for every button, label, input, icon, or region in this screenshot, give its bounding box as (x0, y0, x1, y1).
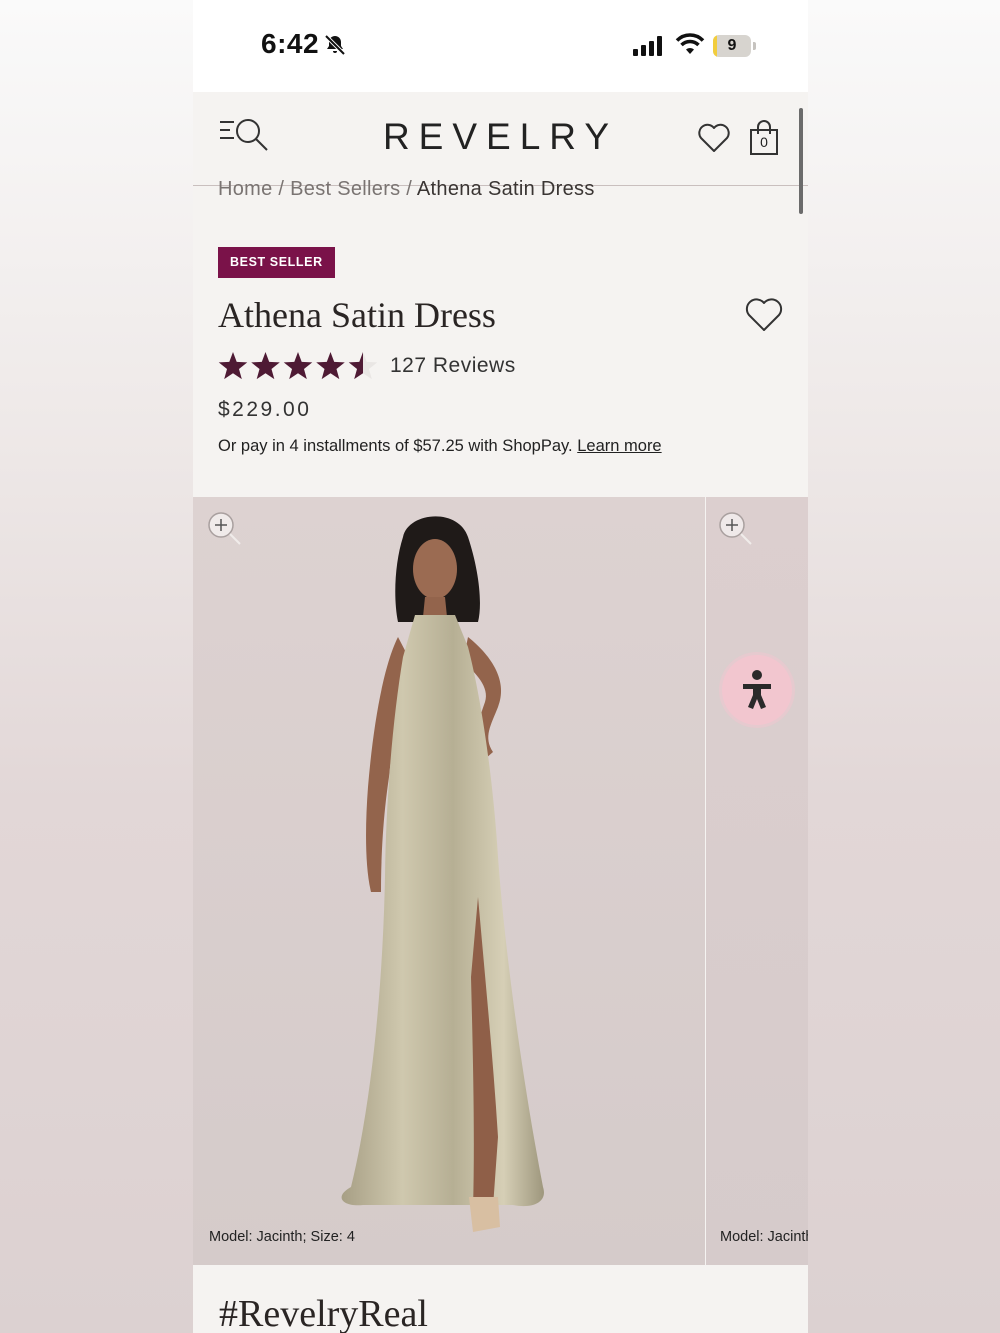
breadcrumb-home[interactable]: Home (218, 178, 273, 200)
star-icon (348, 352, 378, 380)
site-header: REVELRY 0 (193, 92, 808, 186)
battery-percent: 9 (727, 37, 737, 54)
reviews-link[interactable]: 127 Reviews (390, 354, 516, 378)
installments-text: Or pay in 4 installments of $57.25 with … (218, 437, 573, 455)
bag-count: 0 (760, 134, 768, 150)
star-icon (316, 352, 345, 380)
model-caption: Model: Jacinth; Size: 4 (720, 1229, 808, 1245)
product-image-next[interactable]: Model: Jacinth; Size: 4 (706, 497, 808, 1265)
best-seller-badge: BEST SELLER (218, 247, 335, 278)
wifi-icon (675, 33, 705, 54)
breadcrumb-separator: / (400, 178, 417, 200)
model-in-dress-image (341, 516, 544, 1232)
product-price: $229.00 (218, 398, 312, 421)
rating-stars[interactable] (218, 350, 378, 384)
cellular-signal-icon (633, 36, 662, 56)
breadcrumb-separator: / (272, 178, 291, 200)
product-image-main[interactable]: Model: Jacinth; Size: 4 (193, 497, 705, 1265)
learn-more-link[interactable]: Learn more (577, 437, 661, 455)
status-time: 6:42 (261, 28, 320, 59)
heart-icon[interactable] (697, 122, 731, 154)
bell-muted-icon (324, 34, 346, 56)
battery-tip (753, 42, 756, 50)
status-bar: 6:42 9 (193, 0, 808, 92)
breadcrumb: Home / Best Sellers / Athena Satin Dress (218, 178, 595, 201)
product-image-gallery[interactable]: Model: Jacinth; Size: 4 Model: Jacinth; … (193, 497, 808, 1265)
phone-screen: 6:42 9 REVELRY 0 Home / Best Sellers / A… (193, 0, 808, 1333)
breadcrumb-current: Athena Satin Dress (416, 178, 595, 200)
star-icon (283, 352, 313, 380)
star-icon (251, 352, 280, 380)
star-icon (218, 352, 248, 380)
accessibility-button[interactable] (722, 655, 792, 725)
scrollbar[interactable] (799, 108, 803, 214)
revelry-real-heading: #RevelryReal (219, 1293, 428, 1333)
zoom-in-icon[interactable] (207, 511, 243, 547)
shoppay-installments: Or pay in 4 installments of $57.25 with … (218, 437, 662, 456)
product-title: Athena Satin Dress (218, 295, 496, 335)
accessibility-person-icon (743, 670, 771, 709)
add-to-wishlist-heart-icon[interactable] (744, 296, 784, 334)
zoom-in-icon[interactable] (718, 511, 754, 547)
model-caption: Model: Jacinth; Size: 4 (209, 1229, 355, 1245)
breadcrumb-best-sellers[interactable]: Best Sellers (290, 178, 400, 200)
battery-indicator: 9 (713, 35, 751, 57)
